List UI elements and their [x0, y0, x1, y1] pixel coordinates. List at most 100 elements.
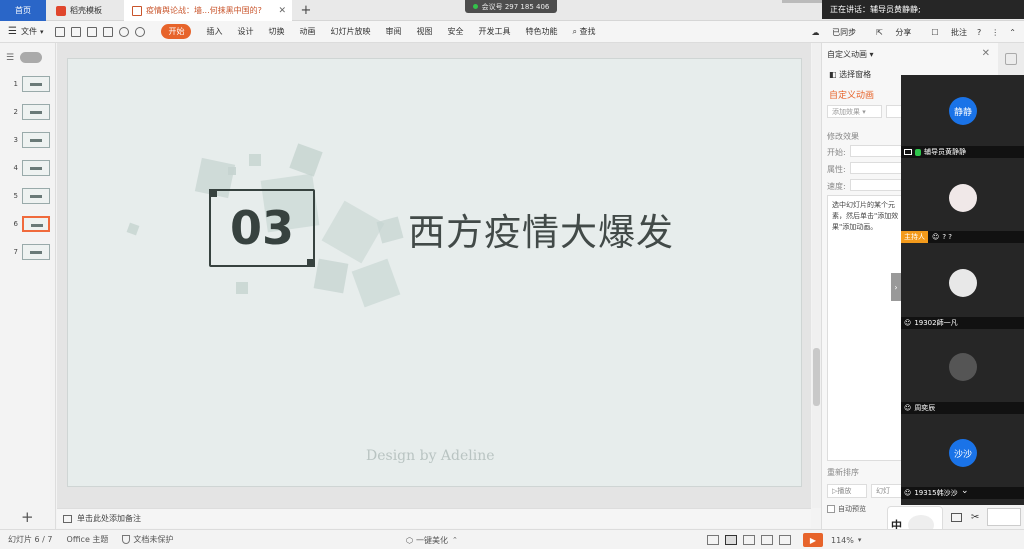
slide-thumbnail-image [22, 216, 50, 232]
play-animation-button[interactable]: ▷ 播放 [827, 484, 867, 498]
ribbon-tab-transition[interactable]: 切换 [268, 26, 284, 37]
sync-button[interactable]: ☁ 已同步 [802, 27, 857, 38]
slide-thumbnail[interactable]: 1 [10, 76, 50, 92]
participant-name: 周奕辰 [914, 404, 936, 412]
zoom-level[interactable]: 114% [831, 536, 854, 545]
more-menu-icon[interactable]: ⋮ [991, 28, 999, 37]
meeting-number-badge[interactable]: 会议号 297 185 406 [465, 0, 557, 13]
slide-view-toggle[interactable] [20, 52, 43, 63]
add-effect-button[interactable]: 添加效果 ▾ [827, 105, 882, 118]
presenter-view-icon[interactable] [779, 535, 791, 545]
speaking-indicator: 正在讲话：辅导员黄静静; [822, 0, 1024, 19]
ribbon-tab-developer[interactable]: 开发工具 [478, 26, 510, 37]
more-participants-chevron-icon[interactable]: ⌄ [961, 486, 969, 496]
ribbon-tab-insert[interactable]: 插入 [206, 26, 222, 37]
ribbon-tab-home[interactable]: 开始 [161, 24, 192, 39]
participant-tile[interactable]: 主持人 ☺ ? ? [901, 160, 1024, 245]
slide-thumbnail[interactable]: 7 [10, 244, 50, 260]
folder-icon[interactable] [951, 512, 962, 522]
reading-view-icon[interactable] [761, 535, 773, 545]
file-menu[interactable]: ☰ 文件 ▾ [0, 26, 49, 37]
slide-number: 6 [13, 220, 18, 228]
ribbon-tab-design[interactable]: 设计 [237, 26, 253, 37]
slide-thumbnail-image [22, 188, 50, 204]
slide-thumbnail-active[interactable]: 6 [10, 216, 50, 232]
share-icon: ⇱ [876, 27, 883, 37]
ribbon-tab-view[interactable]: 视图 [416, 26, 432, 37]
play-label: 播放 [837, 487, 852, 495]
tab-docer[interactable]: 稻壳模板 [48, 0, 122, 21]
new-tab-button[interactable]: + [296, 0, 316, 21]
ribbon-tab-features[interactable]: 特色功能 [525, 26, 557, 37]
slide-sorter-view-icon[interactable] [743, 535, 755, 545]
slideshow-preview-button[interactable]: 幻灯 [871, 484, 903, 498]
collapse-ribbon-icon[interactable]: ⌃ [1009, 28, 1016, 37]
notes-toggle-icon[interactable] [707, 535, 719, 545]
print-icon[interactable] [87, 26, 98, 37]
slide-thumbnail[interactable]: 5 [10, 188, 50, 204]
participant-name: 辅导员黄静静 [924, 148, 966, 156]
ribbon-tab-animation[interactable]: 动画 [299, 26, 315, 37]
start-slideshow-button[interactable]: ▶ [803, 533, 823, 547]
comment-button[interactable]: ☐ 批注 [921, 27, 967, 38]
normal-view-icon[interactable] [725, 535, 737, 545]
ribbon-tab-review[interactable]: 审阅 [385, 26, 401, 37]
tab-home[interactable]: 首页 [0, 0, 46, 21]
decor-square [236, 282, 248, 294]
theme-name[interactable]: Office 主题 [67, 534, 109, 545]
document-protection[interactable]: 文档未保护 [122, 534, 173, 545]
slide-credit[interactable]: Design by Adeline [366, 448, 495, 464]
meeting-input-box[interactable] [987, 508, 1022, 526]
close-panel-icon[interactable]: ✕ [982, 48, 990, 59]
redo-icon[interactable] [135, 26, 146, 37]
meeting-status-icon [472, 4, 478, 9]
ribbon-tab-security[interactable]: 安全 [447, 26, 463, 37]
search-button[interactable]: ⌕ 查找 [572, 26, 595, 37]
ribbon-tab-slideshow[interactable]: 幻灯片放映 [330, 26, 370, 37]
tab-docer-label: 稻壳模板 [70, 6, 102, 15]
notes-bar[interactable]: 单击此处添加备注 [57, 508, 811, 528]
undo-icon[interactable] [119, 26, 130, 37]
share-label: 分享 [895, 27, 912, 37]
checkbox-box[interactable] [827, 505, 835, 513]
save-icon[interactable] [55, 26, 66, 37]
slide-thumbnail[interactable]: 3 [10, 132, 50, 148]
slide-number: 2 [13, 108, 18, 116]
user-avatar-icon: ☺ [904, 489, 912, 497]
participant-name-bar: 主持人 ☺ ? ? [901, 231, 1024, 243]
scrollbar-thumb[interactable] [813, 348, 820, 406]
scissors-icon[interactable]: ✂ [971, 512, 979, 523]
pin-icon[interactable] [1005, 53, 1017, 65]
slide-canvas[interactable]: 03 西方疫情大爆发 Design by Adeline [68, 59, 801, 486]
participant-tile[interactable]: ☺ 19302師一凡 [901, 245, 1024, 331]
slide-title[interactable]: 西方疫情大爆发 [408, 202, 674, 256]
add-slide-button[interactable]: + [21, 508, 34, 526]
cloud-sync-icon: ☁ [811, 27, 820, 37]
participant-name: ? ? [942, 233, 952, 241]
participant-name-bar: ☺ 周奕辰 [901, 402, 1024, 414]
participant-name-bar: ☺ 19302師一凡 [901, 317, 1024, 329]
slide-number: 4 [13, 164, 18, 172]
outline-view-icon[interactable]: ☰ [6, 53, 14, 63]
auto-preview-checkbox[interactable]: 自动预览 [827, 504, 866, 514]
menu-right-actions: ☁ 已同步 ⇱ 分享 ☐ 批注 ? ⋮ ⌃ [792, 21, 1016, 43]
zoom-menu-chevron-icon[interactable]: ▾ [858, 536, 862, 544]
slide-thumbnail[interactable]: 4 [10, 160, 50, 176]
one-click-beautify-button[interactable]: ⬡ 一键美化 ⌃ [406, 530, 458, 549]
slide-thumbnail[interactable]: 2 [10, 104, 50, 120]
close-tab-icon[interactable]: ✕ [278, 6, 286, 16]
participant-tile[interactable]: ☺ 周奕辰 [901, 331, 1024, 417]
help-button[interactable]: ? [977, 28, 981, 37]
print-preview-icon[interactable] [103, 26, 114, 37]
animation-panel-title[interactable]: 自定义动画 ▾ [827, 49, 874, 60]
status-bar: 幻灯片 6 / 7 Office 主题 文档未保护 ⬡ 一键美化 ⌃ ▶ 114… [0, 529, 1024, 549]
slide-vertical-scrollbar[interactable] [812, 43, 821, 508]
slide-thumbnail-image [22, 160, 50, 176]
tab-document[interactable]: 疫情舆论战：墙...何抹黑中国的? ✕ [124, 0, 292, 21]
section-number-box[interactable]: 03 [209, 189, 315, 267]
participant-tile[interactable]: 静静 辅导员黄静静 [901, 75, 1024, 160]
collapse-video-button[interactable]: › [891, 273, 901, 301]
share-button[interactable]: ⇱ 分享 [866, 27, 911, 38]
selection-pane-button[interactable]: ◧ 选择窗格 [829, 69, 871, 80]
export-pdf-icon[interactable] [71, 26, 82, 37]
